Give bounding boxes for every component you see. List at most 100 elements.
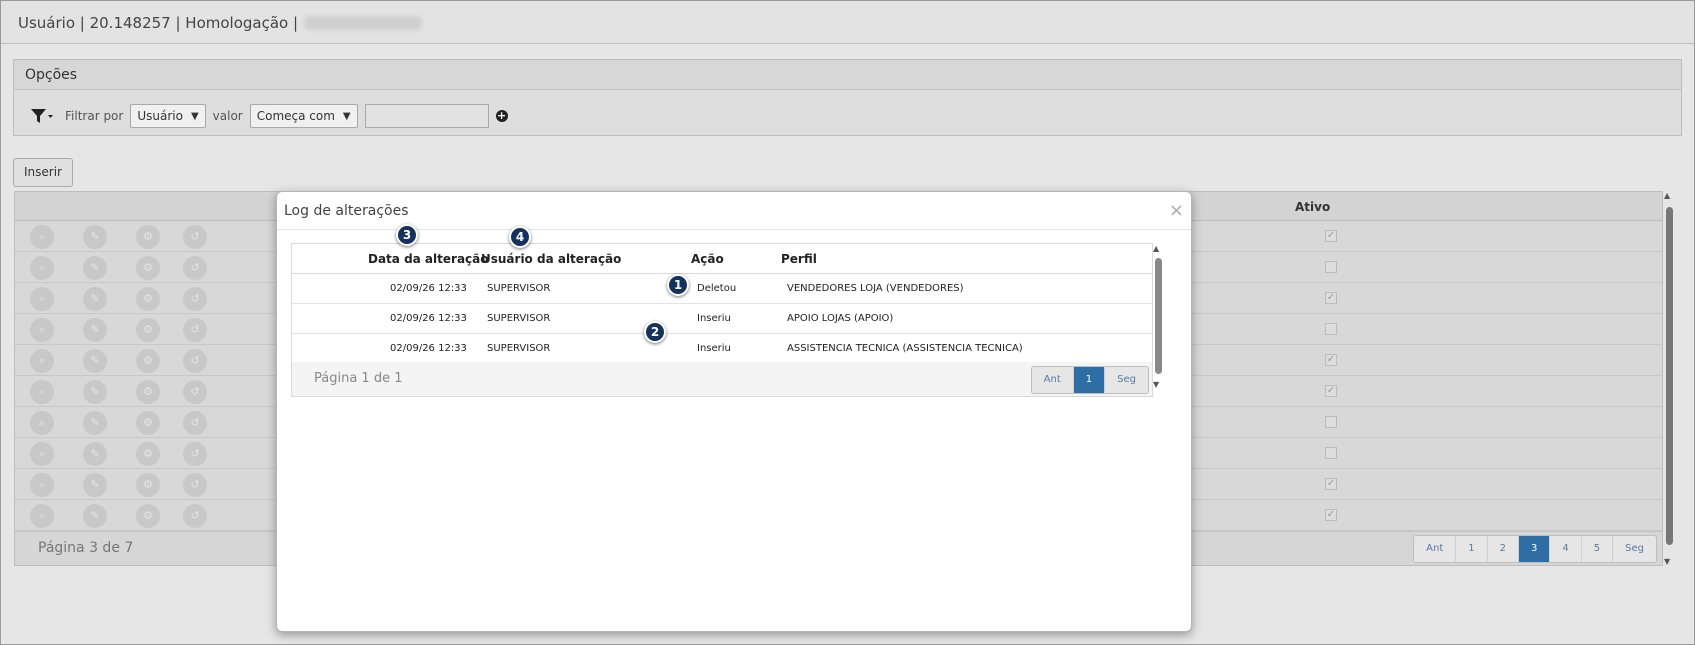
annotation-badge-3: 3 bbox=[396, 224, 418, 246]
search-icon[interactable]: ⌕ bbox=[30, 349, 54, 373]
grid-pager: Ant 1 2 3 4 5 Seg bbox=[1413, 535, 1657, 563]
pager-item[interactable]: 3 bbox=[1519, 536, 1551, 562]
search-icon[interactable]: ⌕ bbox=[30, 287, 54, 311]
edit-icon[interactable]: ✎ bbox=[83, 380, 107, 404]
change-log-modal: Log de alterações × Data da alteração Us… bbox=[276, 191, 1192, 632]
ativo-checkbox[interactable]: ✓ bbox=[1325, 478, 1337, 490]
scroll-down-icon[interactable]: ▼ bbox=[1664, 557, 1670, 566]
search-icon[interactable]: ⌕ bbox=[30, 380, 54, 404]
filter-operator-value: Começa com bbox=[256, 109, 335, 123]
filter-field-value: Usuário bbox=[137, 109, 183, 123]
search-icon[interactable]: ⌕ bbox=[30, 473, 54, 497]
search-icon[interactable]: ⌕ bbox=[30, 256, 54, 280]
search-icon[interactable]: ⌕ bbox=[30, 442, 54, 466]
gear-icon[interactable]: ⚙ bbox=[136, 442, 160, 466]
log-user-cell: SUPERVISOR bbox=[487, 313, 551, 324]
ativo-checkbox[interactable] bbox=[1325, 323, 1337, 335]
ativo-checkbox[interactable] bbox=[1325, 447, 1337, 459]
scroll-up-icon[interactable]: ▲ bbox=[1153, 244, 1159, 253]
log-table-header: Data da alteração Usuário da alteração A… bbox=[292, 244, 1152, 274]
grid-scroll-thumb[interactable] bbox=[1666, 207, 1673, 545]
pager-item[interactable]: Ant bbox=[1032, 367, 1074, 393]
filter-icon[interactable] bbox=[30, 106, 54, 126]
column-header-user: Usuário da alteração bbox=[481, 252, 622, 266]
edit-icon[interactable]: ✎ bbox=[83, 349, 107, 373]
history-icon[interactable]: ↺ bbox=[183, 318, 207, 342]
ativo-checkbox[interactable] bbox=[1325, 416, 1337, 428]
column-header-action: Ação bbox=[691, 252, 724, 266]
history-icon[interactable]: ↺ bbox=[183, 411, 207, 435]
pager-item[interactable]: 4 bbox=[1550, 536, 1582, 562]
pager-item[interactable]: 1 bbox=[1456, 536, 1488, 562]
log-user-cell: SUPERVISOR bbox=[487, 283, 551, 294]
gear-icon[interactable]: ⚙ bbox=[136, 318, 160, 342]
gear-icon[interactable]: ⚙ bbox=[136, 349, 160, 373]
filter-field-select[interactable]: Usuário ▼ bbox=[130, 104, 206, 128]
log-row: 02/09/26 12:33 SUPERVISOR Deletou VENDEDORE… bbox=[292, 274, 1152, 304]
ativo-checkbox[interactable]: ✓ bbox=[1325, 230, 1337, 242]
pager-item[interactable]: Seg bbox=[1105, 367, 1148, 393]
edit-icon[interactable]: ✎ bbox=[83, 442, 107, 466]
ativo-checkbox[interactable]: ✓ bbox=[1325, 292, 1337, 304]
options-panel: Opções Filtrar por Usuário ▼ valor Começa… bbox=[13, 59, 1682, 136]
history-icon[interactable]: ↺ bbox=[183, 256, 207, 280]
log-date-cell: 02/09/26 12:33 bbox=[390, 313, 467, 324]
pager-item[interactable]: 2 bbox=[1488, 536, 1520, 562]
log-user-cell: SUPERVISOR bbox=[487, 343, 551, 354]
filter-value-input[interactable] bbox=[364, 104, 489, 128]
grid-scrollbar[interactable]: ▲ ▼ bbox=[1664, 191, 1674, 566]
edit-icon[interactable]: ✎ bbox=[83, 504, 107, 528]
search-icon[interactable]: ⌕ bbox=[30, 318, 54, 342]
gear-icon[interactable]: ⚙ bbox=[136, 256, 160, 280]
column-header-date: Data da alteração bbox=[368, 252, 489, 266]
scroll-down-icon[interactable]: ▼ bbox=[1153, 380, 1159, 389]
edit-icon[interactable]: ✎ bbox=[83, 318, 107, 342]
history-icon[interactable]: ↺ bbox=[183, 504, 207, 528]
ativo-checkbox[interactable]: ✓ bbox=[1325, 385, 1337, 397]
header-bar: Usuário | 20.148257 | Homologação | bbox=[1, 1, 1694, 44]
pager-item[interactable]: Ant bbox=[1414, 536, 1457, 562]
ativo-checkbox[interactable]: ✓ bbox=[1325, 509, 1337, 521]
filter-operator-select[interactable]: Começa com ▼ bbox=[249, 104, 358, 128]
edit-icon[interactable]: ✎ bbox=[83, 473, 107, 497]
edit-icon[interactable]: ✎ bbox=[83, 287, 107, 311]
edit-icon[interactable]: ✎ bbox=[83, 411, 107, 435]
ativo-checkbox[interactable] bbox=[1325, 261, 1337, 273]
modal-scroll-thumb[interactable] bbox=[1155, 258, 1162, 374]
gear-icon[interactable]: ⚙ bbox=[136, 287, 160, 311]
scroll-up-icon[interactable]: ▲ bbox=[1664, 191, 1670, 200]
log-row: 02/09/26 12:33 SUPERVISOR Inseriu ASSISTENC… bbox=[292, 334, 1152, 364]
history-icon[interactable]: ↺ bbox=[183, 442, 207, 466]
gear-icon[interactable]: ⚙ bbox=[136, 473, 160, 497]
gear-icon[interactable]: ⚙ bbox=[136, 411, 160, 435]
search-icon[interactable]: ⌕ bbox=[30, 504, 54, 528]
pager-item[interactable]: 5 bbox=[1582, 536, 1614, 562]
insert-button[interactable]: Inserir bbox=[13, 158, 73, 187]
close-icon[interactable]: × bbox=[1169, 200, 1184, 221]
edit-icon[interactable]: ✎ bbox=[83, 225, 107, 249]
history-icon[interactable]: ↺ bbox=[183, 349, 207, 373]
filter-label: Filtrar por bbox=[65, 109, 124, 123]
column-header-ativo: Ativo bbox=[1295, 200, 1331, 214]
plus-circle-icon[interactable]: + bbox=[495, 110, 508, 122]
gear-icon[interactable]: ⚙ bbox=[136, 504, 160, 528]
history-icon[interactable]: ↺ bbox=[183, 380, 207, 404]
gear-icon[interactable]: ⚙ bbox=[136, 225, 160, 249]
ativo-checkbox[interactable]: ✓ bbox=[1325, 354, 1337, 366]
edit-icon[interactable]: ✎ bbox=[83, 256, 107, 280]
log-table-footer: Página 1 de 1 Ant 1 Seg bbox=[292, 362, 1152, 396]
log-action-cell: Inseriu bbox=[697, 343, 731, 354]
log-table: Data da alteração Usuário da alteração A… bbox=[291, 243, 1153, 397]
history-icon[interactable]: ↺ bbox=[183, 225, 207, 249]
history-icon[interactable]: ↺ bbox=[183, 473, 207, 497]
modal-scrollbar[interactable]: ▲ ▼ bbox=[1153, 244, 1163, 389]
pager-item[interactable]: Seg bbox=[1613, 536, 1656, 562]
search-icon[interactable]: ⌕ bbox=[30, 225, 54, 249]
history-icon[interactable]: ↺ bbox=[183, 287, 207, 311]
filter-row: Filtrar por Usuário ▼ valor Começa com ▼ + bbox=[30, 104, 508, 128]
search-icon[interactable]: ⌕ bbox=[30, 411, 54, 435]
annotation-badge-2: 2 bbox=[644, 321, 666, 343]
log-date-cell: 02/09/26 12:33 bbox=[390, 343, 467, 354]
gear-icon[interactable]: ⚙ bbox=[136, 380, 160, 404]
pager-item[interactable]: 1 bbox=[1073, 367, 1106, 393]
